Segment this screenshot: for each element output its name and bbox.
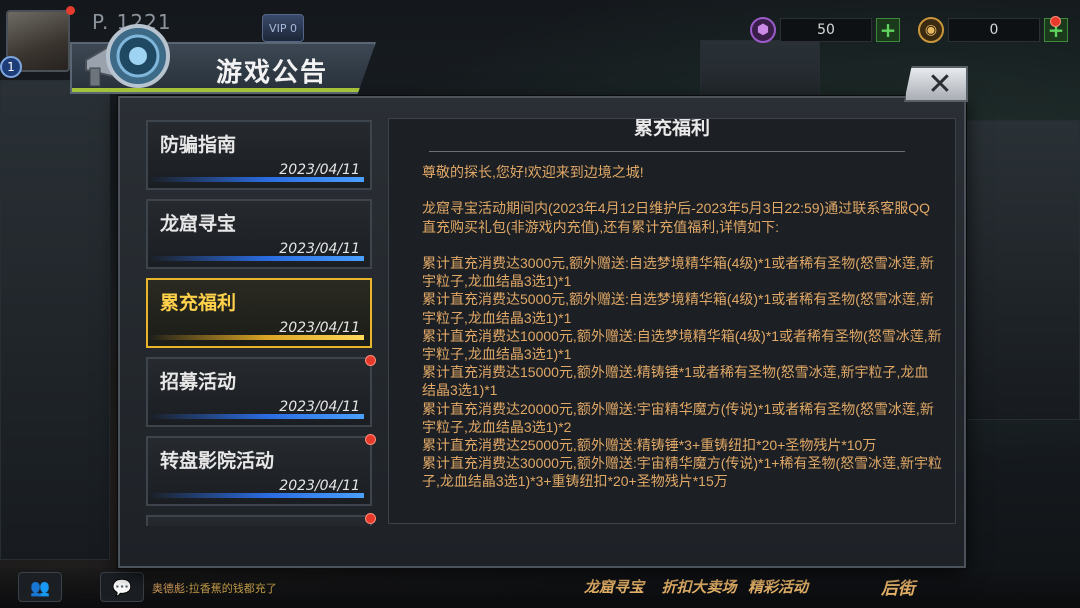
background-building	[960, 120, 1080, 420]
chat-speaker: 奥德彪	[152, 582, 185, 595]
chat-preview[interactable]: 奥德彪:拉香蕉的钱都充了	[152, 580, 277, 596]
content-body: 尊敬的探长,您好!欢迎来到边境之城! 龙窟寻宝活动期间内(2023年4月12日维…	[422, 163, 942, 491]
dialog-title: 游戏公告	[216, 58, 329, 88]
reward-rule: 累计直充消费达10000元,额外赠送:自选梦境精华箱(4级)*1或者稀有圣物(怒…	[422, 327, 942, 362]
reward-rule: 累计直充消费达5000元,额外赠送:自选梦境精华箱(4级)*1或者稀有圣物(怒雪…	[422, 291, 934, 326]
announcement-name: 转盘影院活动	[160, 450, 275, 472]
intro-text: 龙窟寻宝活动期间内(2023年4月12日维护后-2023年5月3日22:59)通…	[422, 200, 931, 235]
gem-icon: ⬢	[750, 17, 776, 43]
announcement-date: 2023/04/11	[279, 399, 360, 415]
close-button[interactable]: ✕	[904, 66, 968, 102]
list-item-partial[interactable]	[146, 515, 372, 526]
announcement-name: 招募活动	[160, 371, 237, 393]
announcement-name: 龙窟寻宝	[160, 213, 237, 235]
content-title: 累充福利	[633, 118, 710, 139]
chat-icon: 💬	[112, 577, 132, 597]
list-item-recharge-benefits[interactable]: 累充福利 2023/04/11	[146, 278, 372, 348]
background-building	[0, 80, 110, 560]
menu-discount-store[interactable]: 折扣大卖场	[656, 568, 742, 604]
reward-rule: 累计直充消费达15000元,额外赠送:精铸锤*1或者稀有圣物(怒雪冰莲,新宇粒子…	[422, 364, 929, 399]
reward-rule: 累计直充消费达30000元,额外赠送:宇宙精华魔方(传说)*1+稀有圣物(怒雪冰…	[422, 455, 942, 490]
unread-dot	[365, 513, 376, 524]
reward-rule: 累计直充消费达25000元,额外赠送:精铸锤*3+重铸纽扣*20+圣物残片*10…	[422, 437, 877, 454]
item-accent-bar	[148, 493, 364, 498]
gem-currency: ⬢ 50 +	[750, 16, 900, 44]
greeting-text: 尊敬的探长,您好!欢迎来到边境之城!	[422, 164, 644, 180]
list-item-recruitment-event[interactable]: 招募活动 2023/04/11	[146, 357, 372, 427]
add-gem-button[interactable]: +	[876, 18, 900, 42]
reward-rule: 累计直充消费达3000元,额外赠送:自选梦境精华箱(4级)*1或者稀有圣物(怒雪…	[422, 254, 934, 290]
list-item-dragon-cave-treasure[interactable]: 龙窟寻宝 2023/04/11	[146, 199, 372, 269]
list-item-roulette-cinema-event[interactable]: 转盘影院活动 2023/04/11	[146, 436, 372, 506]
coin-icon: ◉	[918, 17, 944, 43]
announcement-date: 2023/04/11	[279, 320, 360, 336]
chat-message: :拉香蕉的钱都充了	[185, 582, 277, 595]
friends-icon: 👥	[30, 577, 50, 597]
announcement-name: 累充福利	[160, 292, 237, 314]
item-accent-bar	[148, 177, 364, 182]
chat-button[interactable]: 💬	[100, 572, 144, 602]
unread-dot	[365, 355, 376, 366]
coin-currency: ◉ 0 +	[918, 16, 1068, 44]
item-accent-bar	[148, 414, 364, 419]
coin-amount: 0	[948, 18, 1040, 42]
notification-dot	[1050, 16, 1061, 27]
announcement-list[interactable]: 防骗指南 2023/04/11 龙窟寻宝 2023/04/11 累充福利 202…	[130, 112, 382, 526]
announcement-date: 2023/04/11	[279, 162, 360, 178]
gem-amount: 50	[780, 18, 872, 42]
notification-dot	[66, 6, 75, 15]
vip-badge[interactable]: VIP 0	[262, 14, 304, 42]
announcement-date: 2023/04/11	[279, 478, 360, 494]
item-accent-bar	[148, 335, 364, 340]
player-level-badge: 1	[0, 56, 22, 78]
list-item-anti-fraud-guide[interactable]: 防骗指南 2023/04/11	[146, 120, 372, 190]
megaphone-icon	[85, 24, 170, 88]
menu-back-street[interactable]: 后街	[860, 568, 936, 604]
menu-events[interactable]: 精彩活动	[740, 568, 816, 604]
reward-rules: 累计直充消费达3000元,额外赠送:自选梦境精华箱(4级)*1或者稀有圣物(怒雪…	[422, 254, 942, 491]
announcement-content[interactable]: 累充福利 尊敬的探长,您好!欢迎来到边境之城! 龙窟寻宝活动期间内(2023年4…	[388, 118, 956, 524]
unread-dot	[365, 434, 376, 445]
friends-button[interactable]: 👥	[18, 572, 62, 602]
menu-dragon-cave[interactable]: 龙窟寻宝	[576, 568, 652, 604]
announcement-name: 防骗指南	[160, 134, 237, 156]
close-icon: ✕	[927, 66, 953, 102]
reward-rule: 累计直充消费达20000元,额外赠送:宇宙精华魔方(传说)*1或者稀有圣物(怒雪…	[422, 400, 934, 435]
title-divider	[429, 151, 905, 152]
announcement-date: 2023/04/11	[279, 241, 360, 257]
bottom-bar: 👥 💬 奥德彪:拉香蕉的钱都充了 龙窟寻宝 折扣大卖场 精彩活动 后街	[0, 568, 1080, 608]
item-accent-bar	[148, 256, 364, 261]
